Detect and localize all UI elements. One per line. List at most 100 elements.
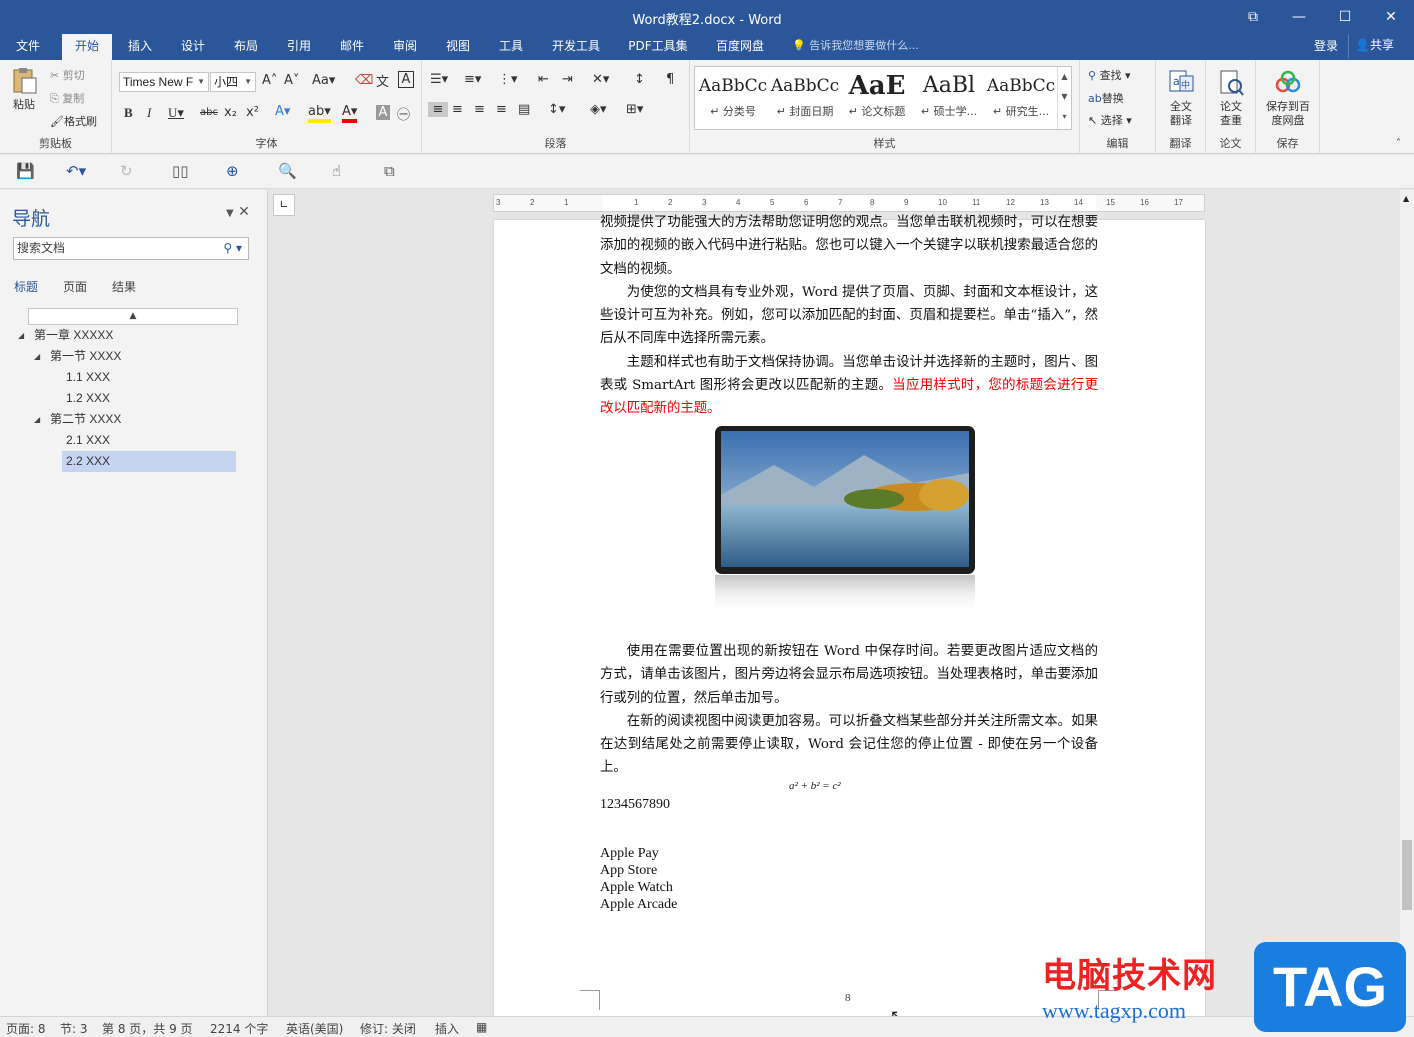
decrease-indent-icon[interactable]: ⇤ <box>538 72 549 87</box>
number-line[interactable]: 1234567890 <box>600 796 670 813</box>
strikethrough-icon[interactable]: abc <box>200 107 218 118</box>
document-body-bottom[interactable]: 使用在需要位置出现的新按钮在 Word 中保存时间。若要更改图片适应文档的方式，… <box>600 640 1098 780</box>
character-shading-icon[interactable]: A <box>376 105 390 120</box>
tab-layout[interactable]: 布局 <box>226 34 266 60</box>
format-painter-button[interactable]: 🖌格式刷 <box>50 113 97 129</box>
print-preview-icon[interactable]: 🔍 <box>278 162 297 180</box>
status-word-count[interactable]: 2214 个字 <box>210 1020 268 1037</box>
redo-icon[interactable]: ↻ <box>120 162 133 180</box>
sort-icon[interactable]: ↕ <box>634 72 645 87</box>
tab-developer[interactable]: 开发工具 <box>544 34 608 60</box>
character-border-icon[interactable]: A <box>398 71 414 88</box>
landscape-image[interactable] <box>714 425 976 617</box>
style-item[interactable]: AaBl ↵ 硕士学... <box>913 69 985 127</box>
bullets-icon[interactable]: ☰▾ <box>430 72 448 87</box>
tab-insert[interactable]: 插入 <box>120 34 160 60</box>
touch-mode-icon[interactable]: ☝ <box>332 162 341 180</box>
show-marks-icon[interactable]: ¶ <box>666 72 674 87</box>
subscript-icon[interactable]: x₂ <box>224 105 237 120</box>
find-button[interactable]: ⚲ 查找 ▾ <box>1088 67 1131 83</box>
clear-formatting-icon[interactable]: ⌫ <box>355 73 373 88</box>
tab-file[interactable]: 文件 <box>8 34 48 60</box>
status-track-changes[interactable]: 修订: 关闭 <box>360 1020 416 1037</box>
tab-home[interactable]: 开始 <box>62 34 112 60</box>
thesis-check-button[interactable]: 论文查重 <box>1212 68 1250 128</box>
tree-item-1-1[interactable]: 1.1 XXX <box>62 367 236 388</box>
paragraph[interactable]: 在新的阅读视图中阅读更加容易。可以折叠文档某些部分并关注所需文本。如果在达到结尾… <box>600 710 1098 780</box>
read-mode-icon[interactable]: ▯▯ <box>172 162 189 180</box>
paragraph[interactable]: 使用在需要位置出现的新按钮在 Word 中保存时间。若要更改图片适应文档的方式，… <box>600 640 1098 710</box>
multilevel-list-icon[interactable]: ⋮▾ <box>498 72 518 87</box>
search-icon[interactable]: ⚲ ▾ <box>223 238 242 259</box>
document-page[interactable]: 视频提供了功能强大的方法帮助您证明您的观点。当您单击联机视频时，可以在想要添加的… <box>494 215 1205 1016</box>
customize-icon[interactable]: ⧉ <box>384 162 395 180</box>
distributed-icon[interactable]: ▤ <box>518 102 530 117</box>
close-icon[interactable]: ✕ <box>238 204 250 220</box>
italic-icon[interactable]: I <box>147 105 151 121</box>
close-icon[interactable]: ✕ <box>1368 0 1414 34</box>
tree-item-section-1[interactable]: 第一节 XXXX <box>50 346 236 367</box>
full-translate-button[interactable]: a中 全文翻译 <box>1162 68 1200 128</box>
collapse-all-button[interactable]: ▲ <box>28 308 238 325</box>
paste-button[interactable]: 粘贴 <box>6 66 42 112</box>
asian-layout-icon[interactable]: ✕▾ <box>592 72 609 87</box>
document-body-top[interactable]: 视频提供了功能强大的方法帮助您证明您的观点。当您单击联机视频时，可以在想要添加的… <box>600 211 1098 421</box>
collapse-ribbon-icon[interactable]: ˄ <box>1396 138 1401 149</box>
change-case-button[interactable]: Aa▾ <box>312 73 335 88</box>
nav-tab-results[interactable]: 结果 <box>112 278 136 295</box>
tab-pdf-tools[interactable]: PDF工具集 <box>622 34 694 60</box>
horizontal-ruler[interactable]: 3 2 1 1 2 3 4 5 6 7 8 9 10 11 12 13 14 1… <box>493 194 1205 212</box>
nav-tab-headings[interactable]: 标题 <box>14 278 38 295</box>
paragraph[interactable]: 视频提供了功能强大的方法帮助您证明您的观点。当您单击联机视频时，可以在想要添加的… <box>600 211 1098 281</box>
font-name-select[interactable]: Times New F ▼ <box>119 72 209 92</box>
nav-tab-pages[interactable]: 页面 <box>63 278 87 295</box>
line-spacing-icon[interactable]: ↕▾ <box>548 102 565 117</box>
style-item[interactable]: AaE ↵ 论文标题 <box>841 69 913 127</box>
expand-toggle-icon[interactable]: ◢ <box>34 346 40 367</box>
align-left-icon[interactable]: ≡ <box>428 102 448 117</box>
minimize-icon[interactable]: — <box>1276 0 1322 34</box>
equation[interactable]: a² + b² = c² <box>789 780 841 792</box>
status-insert-mode[interactable]: 插入 <box>435 1020 459 1037</box>
more-icon[interactable]: ▾ <box>1058 107 1071 127</box>
superscript-icon[interactable]: x² <box>246 105 259 120</box>
style-item[interactable]: AaBbCc ↵ 分类号 <box>697 69 769 127</box>
tab-stop-selector[interactable]: ∟ <box>273 194 295 216</box>
replace-button[interactable]: ab替换 <box>1088 90 1124 106</box>
chevron-down-icon[interactable]: ▼ <box>1058 87 1071 107</box>
chevron-down-icon[interactable]: ▼ <box>226 208 234 219</box>
list-item[interactable]: App Store <box>600 862 657 879</box>
cut-button[interactable]: ✂ 剪切 <box>50 67 85 83</box>
tree-item-2-1[interactable]: 2.1 XXX <box>62 430 236 451</box>
maximize-icon[interactable]: ☐ <box>1322 0 1368 34</box>
justify-icon[interactable]: ≡ <box>496 102 507 117</box>
tree-item-1-2[interactable]: 1.2 XXX <box>62 388 236 409</box>
borders-icon[interactable]: ⊞▾ <box>626 102 643 117</box>
copy-button[interactable]: ⎘ 复制 <box>50 90 84 106</box>
style-item[interactable]: AaBbCc ↵ 封面日期 <box>769 69 841 127</box>
underline-icon[interactable]: U▾ <box>168 105 184 121</box>
tab-review[interactable]: 审阅 <box>385 34 425 60</box>
expand-toggle-icon[interactable]: ◢ <box>18 325 24 346</box>
ribbon-display-options-icon[interactable]: ⧉ <box>1230 0 1276 34</box>
tree-item-chapter-1[interactable]: 第一章 XXXXX <box>34 325 234 346</box>
paragraph[interactable]: 为使您的文档具有专业外观，Word 提供了页眉、页脚、封面和文本框设计，这些设计… <box>600 281 1098 351</box>
style-item[interactable]: AaBbCc ↵ 研究生... <box>985 69 1057 127</box>
tab-tools[interactable]: 工具 <box>491 34 531 60</box>
scroll-thumb[interactable] <box>1402 840 1412 910</box>
save-icon[interactable]: 💾 <box>16 162 35 180</box>
tab-baidu-netdisk[interactable]: 百度网盘 <box>708 34 772 60</box>
font-color-icon[interactable]: A▾ <box>342 104 358 123</box>
paragraph[interactable]: 主题和样式也有助于文档保持协调。当您单击设计并选择新的主题时，图片、图表或 Sm… <box>600 351 1098 421</box>
list-item[interactable]: Apple Arcade <box>600 896 677 913</box>
status-page[interactable]: 页面: 8 <box>6 1020 46 1037</box>
chevron-up-icon[interactable]: ▲ <box>1058 67 1071 87</box>
phonetic-guide-icon[interactable]: 文 <box>376 71 389 90</box>
grow-font-icon[interactable]: A˄ <box>262 73 277 88</box>
bold-icon[interactable]: B <box>124 105 133 121</box>
save-to-netdisk-button[interactable]: 保存到百度网盘 <box>1260 68 1316 128</box>
align-center-icon[interactable]: ≡ <box>452 102 463 117</box>
numbering-icon[interactable]: ≡▾ <box>464 72 481 87</box>
tab-design[interactable]: 设计 <box>173 34 213 60</box>
tell-me-box[interactable]: 💡 告诉我您想要做什么... <box>792 34 919 60</box>
